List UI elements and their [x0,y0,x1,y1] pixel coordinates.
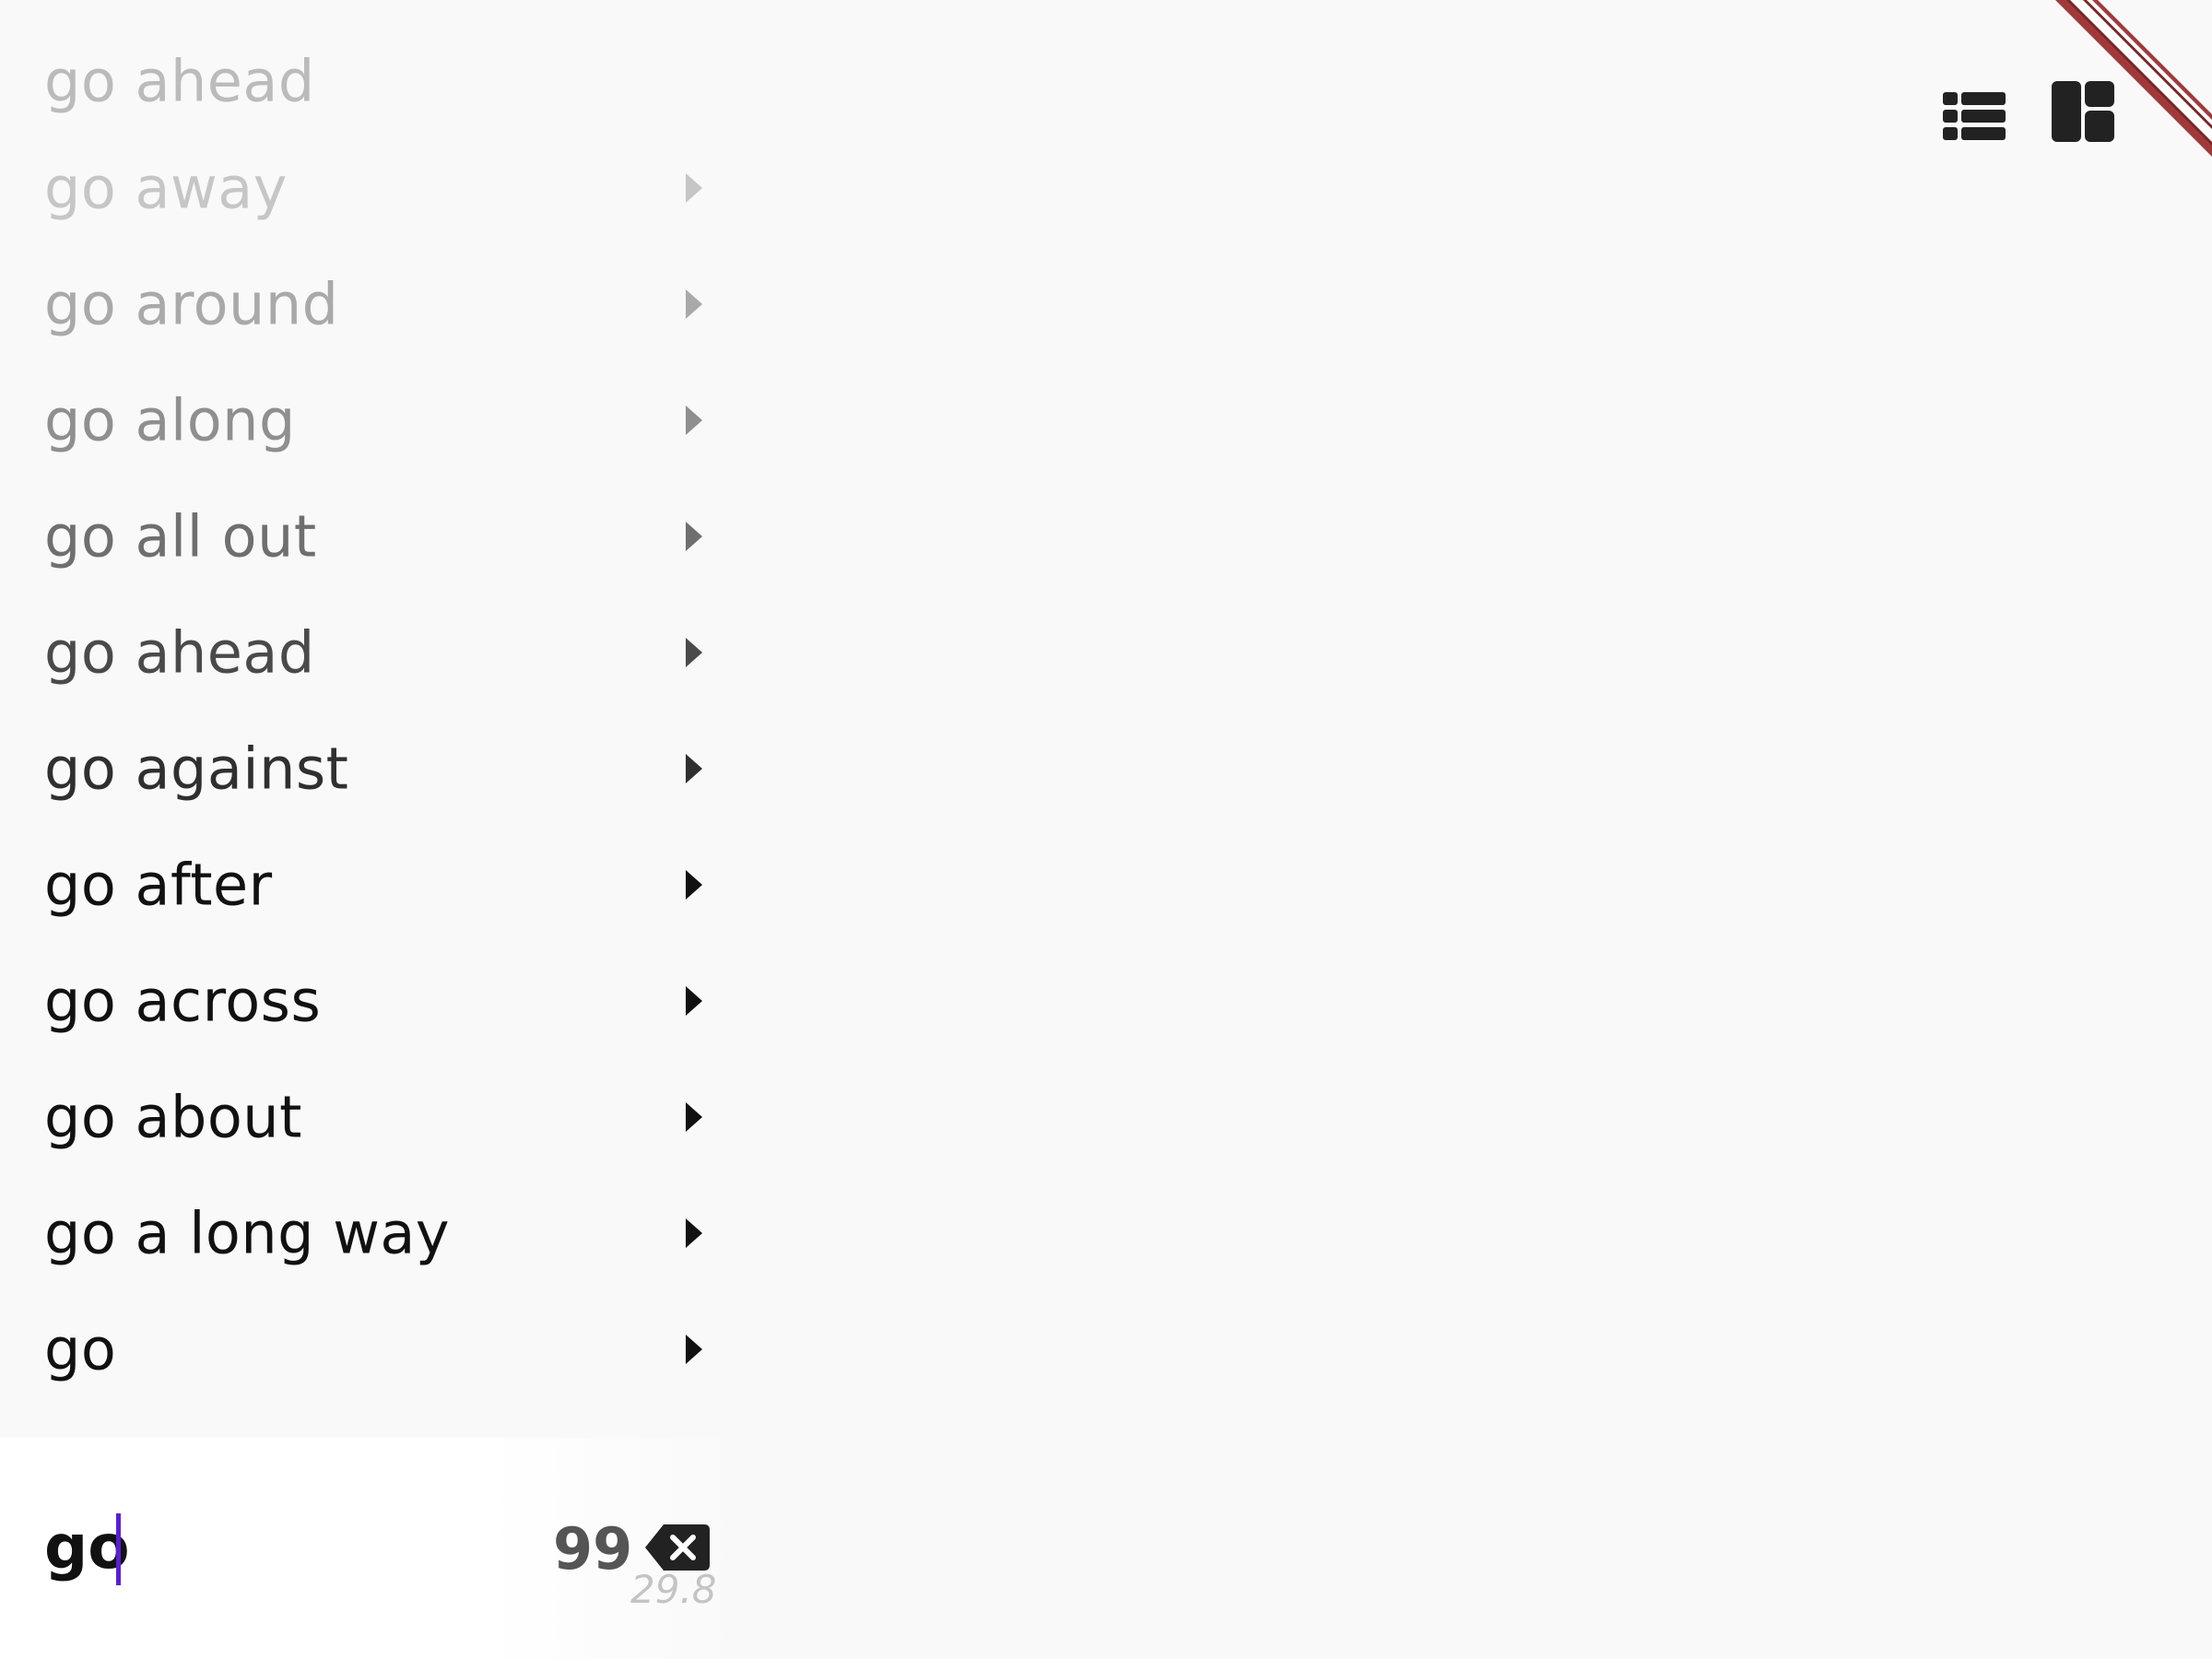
result-label: go after [44,851,273,919]
list-item[interactable]: go ahead [0,594,737,711]
chevron-right-icon [686,638,702,667]
result-label: go about [44,1083,302,1151]
list-item[interactable]: go about [0,1059,737,1175]
chevron-right-icon [686,1335,702,1364]
chevron-right-icon [686,289,702,319]
corner-ribbon [2046,0,2212,166]
result-count: 99 [553,1515,633,1583]
list-item[interactable]: go against [0,711,737,827]
list-item[interactable]: go along [0,362,737,478]
list-item[interactable]: go after [0,827,737,943]
result-label: go ahead [44,618,315,687]
list-item[interactable]: go across [0,943,737,1059]
result-label: go across [44,967,322,1035]
list-view-icon [1943,92,2006,140]
list-item[interactable]: go [0,1291,737,1407]
list-item[interactable]: go a long way [0,1175,737,1291]
result-label: go ahead [44,47,315,115]
result-label: go [44,1315,117,1383]
chevron-right-icon [686,870,702,900]
list-item[interactable]: go all out [0,478,737,594]
list-item[interactable]: go around [0,246,737,362]
result-list[interactable]: go ahead go away go around go along go a… [0,0,737,1438]
list-view-button[interactable] [1939,81,2009,151]
list-item[interactable]: go ahead [0,18,737,135]
result-label: go away [44,154,288,222]
list-item[interactable]: go away [0,130,737,246]
chevron-right-icon [686,986,702,1016]
backspace-icon [645,1524,710,1571]
chevron-right-icon [686,522,702,551]
result-label: go all out [44,502,317,571]
chevron-right-icon [686,1218,702,1248]
text-caret [116,1513,121,1585]
sidebar: go ahead go away go around go along go a… [0,0,737,1659]
chevron-right-icon [686,1102,702,1132]
clear-search-button[interactable] [643,1523,712,1572]
chevron-right-icon [686,406,702,435]
chevron-right-icon [686,173,702,203]
search-timing: 29.8 [630,1567,717,1612]
result-label: go against [44,735,349,803]
ribbon-icon [2055,0,2212,157]
result-label: go along [44,386,296,454]
app-window: go ahead go away go around go along go a… [0,0,2212,1659]
result-label: go a long way [44,1199,451,1267]
result-label: go around [44,270,339,338]
chevron-right-icon [686,754,702,783]
